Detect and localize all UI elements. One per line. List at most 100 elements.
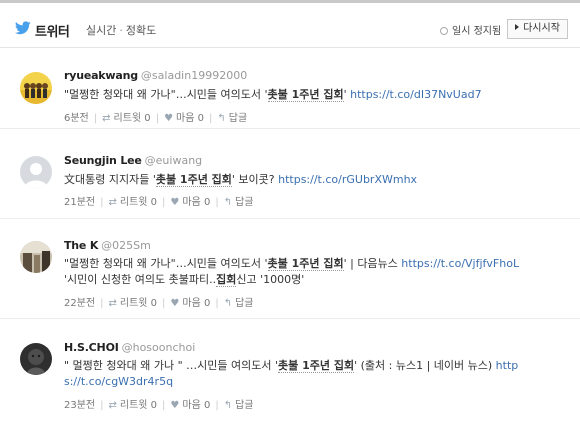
reply-label: 답글	[228, 113, 248, 124]
tweet-item: H.S.CHOI @hosoonchoi " 멀쩡한 청와대 왜 가나 " …시민…	[0, 329, 580, 419]
reply-label: 답글	[235, 400, 254, 411]
reply-button[interactable]: ↰ 답글	[217, 113, 247, 124]
tweet-actions: 22분전 | ⇄ 리트윗 0 | ♥ 마음 0 | ↰ 답글	[64, 294, 254, 309]
tweet-text: "멀쩡한 청와대 왜 가나"…시민들 여의도서 '촛불 1주년 집회' http…	[64, 87, 482, 103]
tweet-actions: 23분전 | ⇄ 리트윗 0 | ♥ 마음 0 | ↰ 답글	[64, 396, 254, 411]
like-button[interactable]: ♥ 마음 0	[170, 197, 210, 208]
retweet-button[interactable]: ⇄ 리트윗 0	[109, 400, 158, 411]
action-separator: |	[215, 298, 219, 309]
action-separator: |	[100, 400, 104, 411]
heart-icon: ♥	[164, 113, 174, 124]
highlight-term: 촛불 1주년 집회	[267, 88, 344, 102]
author-name[interactable]: The K	[64, 239, 98, 252]
avatar[interactable]	[20, 72, 52, 104]
author-name[interactable]: Seungjin Lee	[64, 154, 142, 167]
like-button[interactable]: ♥ 마음 0	[170, 298, 210, 309]
retweet-count: 리트윗 0	[119, 197, 158, 208]
action-separator: |	[100, 298, 104, 309]
avatar[interactable]	[20, 241, 52, 273]
reply-button[interactable]: ↰ 답글	[224, 298, 254, 309]
retweet-button[interactable]: ⇄ 리트윗 0	[109, 298, 158, 309]
tweet-text-line: s://t.co/cgW3dr4r5q	[64, 374, 518, 390]
like-count: 마음 0	[182, 298, 211, 309]
twitter-bird-icon	[15, 21, 31, 35]
like-button[interactable]: ♥ 마음 0	[170, 400, 210, 411]
highlight-term: 촛불 1주년 집회	[155, 173, 232, 187]
retweet-icon: ⇄	[108, 400, 117, 411]
like-count: 마음 0	[182, 197, 211, 208]
tweet-author: ryueakwang @saladin19992000	[64, 69, 247, 82]
pause-radio-icon	[440, 27, 448, 35]
tweet-link[interactable]: https://t.co/dI37NvUad7	[350, 88, 481, 101]
retweet-count: 리트윗 0	[119, 400, 158, 411]
retweet-button[interactable]: ⇄ 리트윗 0	[109, 197, 158, 208]
highlight-term: 촛불 1주년 집회	[267, 257, 344, 271]
text-segment: ' 보이콧?	[231, 173, 279, 186]
tweet-text-line: '시민이 신청한 여의도 촛불파티..집회신고 '1000명'	[64, 272, 519, 288]
action-separator: |	[208, 113, 213, 124]
text-segment: 신고 '1000명'	[236, 273, 305, 286]
reply-button[interactable]: ↰ 답글	[224, 400, 254, 411]
reply-label: 답글	[235, 197, 254, 208]
tweet-text-line: " 멀쩡한 청와대 왜 가나 " …시민들 여의도서 '촛불 1주년 집회' (…	[64, 358, 518, 374]
tweet-time[interactable]: 22분전	[64, 298, 95, 309]
author-handle[interactable]: @euiwang	[145, 154, 203, 167]
restart-label: 다시시작	[523, 23, 560, 34]
tweet-link[interactable]: s://t.co/cgW3dr4r5q	[64, 375, 173, 388]
pause-status[interactable]: 일시 정지됨	[440, 22, 501, 37]
tweet-item: ryueakwang @saladin19992000 "멀쩡한 청와대 왜 가나…	[0, 52, 580, 129]
tweet-link[interactable]: https://t.co/VjfjfvFhoL	[401, 257, 519, 270]
action-separator: |	[162, 298, 166, 309]
tweet-author: Seungjin Lee @euiwang	[64, 154, 202, 167]
tab-accuracy[interactable]: 정확도	[126, 22, 156, 38]
retweet-icon: ⇄	[108, 197, 117, 208]
retweet-count: 리트윗 0	[113, 113, 151, 124]
tweet-time[interactable]: 6분전	[64, 113, 89, 124]
action-separator: |	[162, 400, 166, 411]
like-button[interactable]: ♥ 마음 0	[164, 113, 204, 124]
author-name[interactable]: H.S.CHOI	[64, 341, 119, 354]
tweet-time[interactable]: 23분전	[64, 400, 95, 411]
heart-icon: ♥	[170, 197, 180, 208]
restart-button[interactable]: 다시시작	[507, 19, 568, 39]
tweet-actions: 6분전 | ⇄ 리트윗 0 | ♥ 마음 0 | ↰ 답글	[64, 109, 247, 124]
text-segment: " 멀쩡한 청와대 왜 가나 " …시민들 여의도서 '	[64, 359, 279, 372]
sort-tabs: 실시간 · 정확도	[86, 22, 156, 38]
text-segment: "멀쩡한 청와대 왜 가나"…시민들 여의도서 '	[64, 257, 268, 270]
tweet-text: 文대통령 지지자들 '촛불 1주년 집회' 보이콧? https://t.co/…	[64, 172, 417, 188]
author-handle[interactable]: @hosoonchoi	[122, 341, 196, 354]
like-count: 마음 0	[176, 113, 204, 124]
like-count: 마음 0	[182, 400, 211, 411]
avatar[interactable]	[20, 156, 52, 188]
top-divider	[0, 0, 580, 3]
action-separator: |	[100, 197, 104, 208]
text-segment: '시민이 신청한 여의도 촛불파티..	[64, 273, 217, 286]
avatar[interactable]	[20, 343, 52, 375]
tweet-actions: 21분전 | ⇄ 리트윗 0 | ♥ 마음 0 | ↰ 답글	[64, 193, 254, 208]
text-segment: ' | 다음뉴스	[343, 257, 402, 270]
reply-icon: ↰	[223, 197, 233, 208]
reply-icon: ↰	[223, 400, 233, 411]
tab-realtime[interactable]: 실시간	[86, 22, 116, 38]
reply-icon: ↰	[217, 113, 226, 124]
action-separator: |	[93, 113, 98, 124]
reply-button[interactable]: ↰ 답글	[224, 197, 254, 208]
tab-separator: ·	[119, 24, 123, 37]
author-name[interactable]: ryueakwang	[64, 69, 138, 82]
reply-icon: ↰	[223, 298, 233, 309]
widget-title: 트위터	[35, 25, 70, 40]
tweet-link[interactable]: http	[496, 359, 519, 372]
retweet-button[interactable]: ⇄ 리트윗 0	[102, 113, 151, 124]
author-handle[interactable]: @025Sm	[101, 239, 151, 252]
twitter-widget-header: 트위터 실시간 · 정확도 일시 정지됨 다시시작	[0, 14, 580, 48]
text-segment: 文대통령 지지자들 '	[64, 173, 156, 186]
author-handle[interactable]: @saladin19992000	[141, 69, 247, 82]
action-separator: |	[162, 197, 166, 208]
tweet-time[interactable]: 21분전	[64, 197, 95, 208]
tweet-link[interactable]: https://t.co/rGUbrXWmhx	[278, 173, 417, 186]
action-separator: |	[215, 400, 219, 411]
heart-icon: ♥	[170, 400, 180, 411]
play-icon	[515, 24, 520, 30]
retweet-icon: ⇄	[102, 113, 111, 124]
pause-label: 일시 정지됨	[452, 26, 502, 37]
